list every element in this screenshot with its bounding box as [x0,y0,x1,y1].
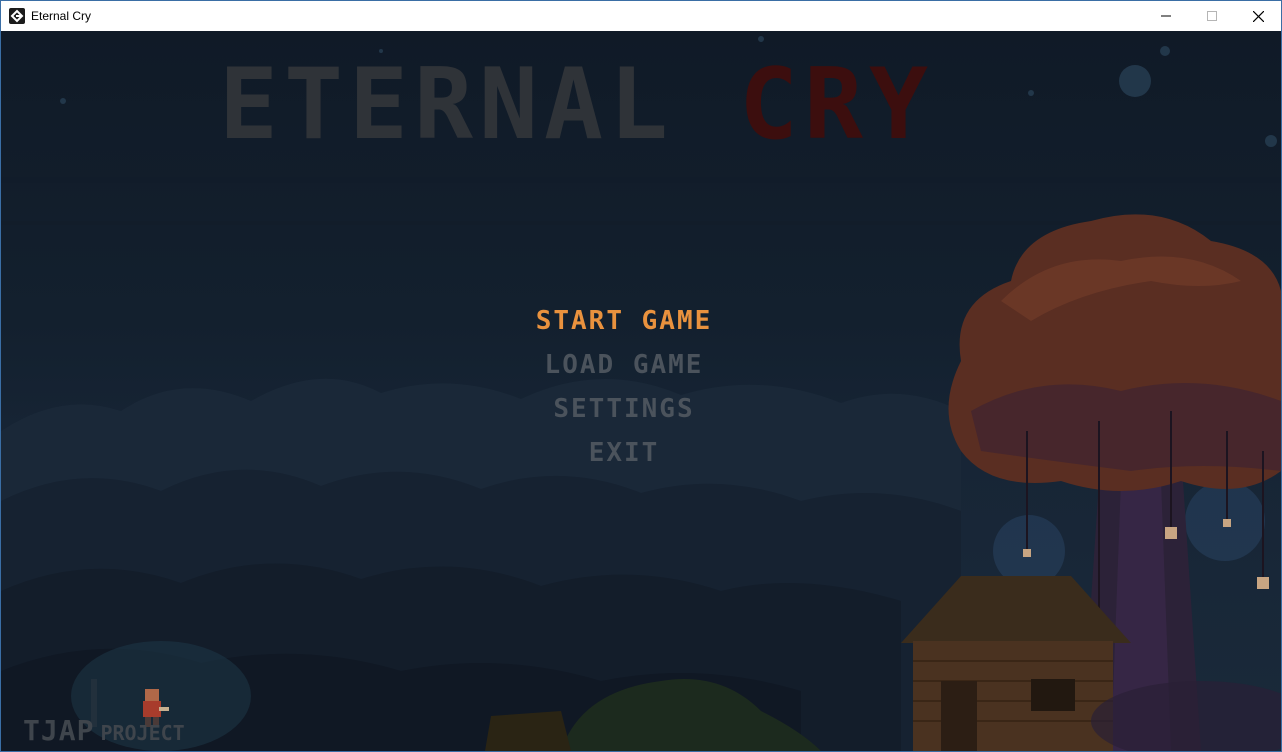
game-window: Eternal Cry ETERNAL CRY START GAME LOAD … [0,0,1282,752]
maximize-icon [1207,11,1217,21]
logo-word-eternal: ETERNAL [219,48,675,162]
window-controls [1143,1,1281,31]
close-icon [1252,10,1264,22]
studio-brand: TJAP [23,714,95,747]
menu-item-start-game[interactable]: START GAME [1,299,1247,343]
menu-item-exit[interactable]: EXIT [1,431,1247,475]
menu-item-settings[interactable]: SETTINGS [1,387,1247,431]
window-title: Eternal Cry [31,9,92,23]
logo-word-cry: CRY [739,48,935,162]
game-viewport[interactable]: ETERNAL CRY START GAME LOAD GAME SETTING… [1,31,1281,751]
minimize-button[interactable] [1143,1,1189,31]
minimize-icon [1161,15,1171,17]
menu-item-load-game[interactable]: LOAD GAME [1,343,1247,387]
studio-credit: TJAP PROJECT [23,714,185,747]
studio-suffix: PROJECT [100,721,185,745]
main-menu: START GAME LOAD GAME SETTINGS EXIT [1,299,1247,475]
game-logo: ETERNAL CRY [219,56,934,154]
gamemaker-icon [9,8,25,24]
title-bar[interactable]: Eternal Cry [1,1,1281,31]
close-button[interactable] [1235,1,1281,31]
maximize-button[interactable] [1189,1,1235,31]
